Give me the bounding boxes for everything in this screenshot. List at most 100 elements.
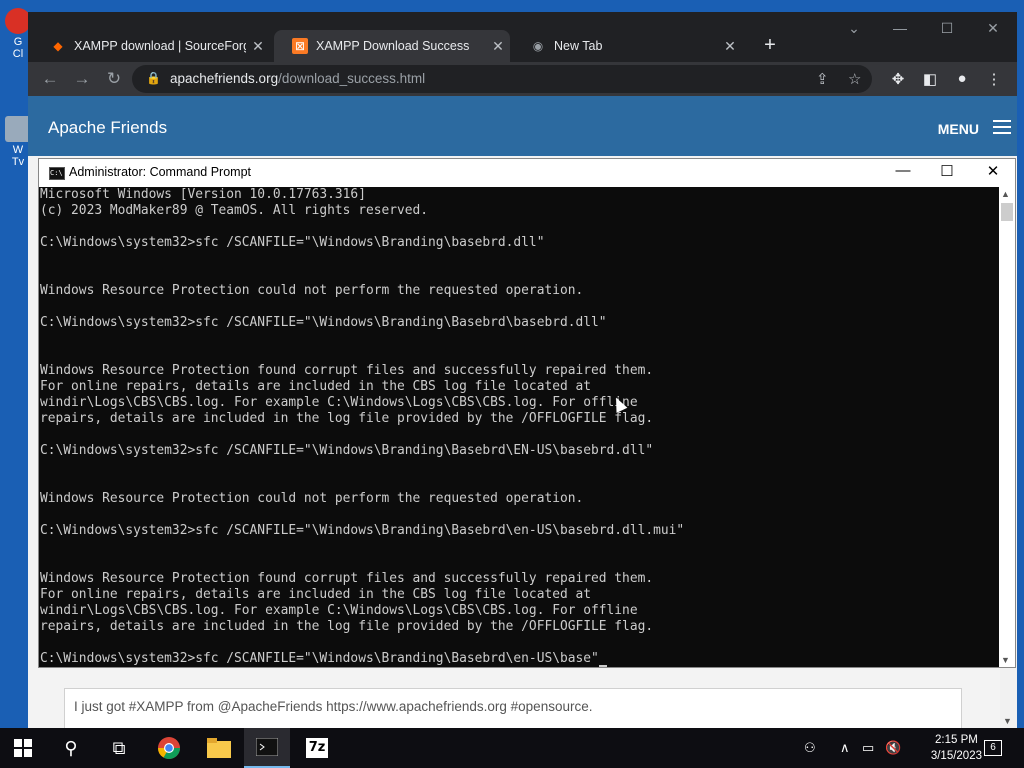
minimize-icon[interactable]: — — [885, 20, 915, 36]
console-line: C:\Windows\system32>sfc /SCANFILE="\Wind… — [40, 235, 545, 250]
chrome-icon: ◉ — [532, 39, 544, 53]
tweet-text: I just got #XAMPP from @ApacheFriends ht… — [74, 699, 593, 714]
url-text[interactable]: apachefriends.org/download_success.html — [170, 71, 425, 86]
cmd-title: Administrator: Command Prompt — [69, 165, 252, 179]
console-line: repairs, details are included in the log… — [40, 619, 654, 634]
console-line: C:\Windows\system32>sfc /SCANFILE="\Wind… — [40, 443, 654, 458]
back-icon[interactable]: ← — [40, 69, 60, 89]
console-line: For online repairs, details are included… — [40, 379, 592, 394]
xampp-icon: ⊠ — [292, 38, 308, 54]
scroll-up-icon[interactable]: ▲ — [1001, 189, 1010, 199]
taskbar: ⚲ ⧉ 7z ⚇ ∧ ▭ 🔇 2:15 PM 3/15/2023 6 — [0, 728, 1024, 768]
close-icon[interactable]: ✕ — [978, 20, 1008, 37]
7zip-icon[interactable]: 7z — [294, 728, 340, 768]
scroll-down-icon[interactable]: ▼ — [1003, 716, 1012, 726]
sourceforge-icon: ◆ — [53, 39, 63, 53]
close-tab-icon[interactable]: ✕ — [246, 38, 270, 55]
cmd-scrollbar[interactable]: ▲ ▼ — [999, 187, 1015, 667]
notification-count: 6 — [984, 740, 1002, 756]
search-icon[interactable]: ⚲ — [48, 728, 94, 768]
bookmark-star-icon[interactable]: ☆ — [848, 70, 861, 88]
console-line: Windows Resource Protection could not pe… — [40, 283, 584, 298]
browser-toolbar: ← → ↻ 🔒 apachefriends.org/download_succe… — [28, 62, 1017, 96]
cmd-title-bar[interactable]: C:\ Administrator: Command Prompt — ☐ ✕ — [39, 159, 1015, 187]
site-brand[interactable]: Apache Friends — [48, 118, 167, 138]
tab-title: XAMPP download | SourceForge — [74, 39, 246, 53]
chrome-icon[interactable] — [146, 728, 192, 768]
lock-icon: 🔒 — [146, 71, 161, 85]
console-line: For online repairs, details are included… — [40, 587, 592, 602]
tab-title: New Tab — [554, 39, 603, 53]
command-prompt-window: C:\ Administrator: Command Prompt — ☐ ✕ … — [38, 158, 1016, 668]
volume-muted-icon[interactable]: 🔇 — [885, 740, 901, 756]
console-line: Microsoft Windows [Version 10.0.17763.31… — [40, 187, 366, 202]
share-icon[interactable]: ⇪ — [816, 70, 829, 88]
maximize-icon[interactable]: ☐ — [925, 162, 969, 180]
more-menu-icon[interactable]: ⋮ — [984, 70, 1004, 88]
console-line: C:\Windows\system32>sfc /SCANFILE="\Wind… — [40, 315, 607, 330]
clock-time: 2:15 PM — [935, 734, 978, 746]
console-line: C:\Windows\system32>sfc /SCANFILE="\Wind… — [39, 651, 999, 667]
url-host: apachefriends.org — [170, 71, 279, 86]
tab-xampp-success[interactable]: ⊠ XAMPP Download Success ✕ — [274, 30, 510, 62]
menu-button[interactable]: MENU — [938, 121, 979, 137]
console-line: windir\Logs\CBS\CBS.log. For example C:\… — [40, 603, 638, 618]
console-line: repairs, details are included in the log… — [40, 411, 654, 426]
tab-title: XAMPP Download Success — [316, 39, 470, 53]
new-tab-button[interactable]: + — [758, 34, 782, 57]
url-path: /download_success.html — [278, 71, 426, 86]
side-panel-icon[interactable]: ◧ — [920, 70, 940, 88]
7zip-label: 7z — [306, 738, 328, 758]
close-tab-icon[interactable]: ✕ — [486, 38, 510, 55]
console-line: C:\Windows\system32>sfc /SCANFILE="\Wind… — [40, 523, 685, 538]
tab-new-tab[interactable]: ◉ New Tab ✕ — [512, 30, 742, 62]
console-line: (c) 2023 ModMaker89 @ TeamOS. All rights… — [40, 203, 429, 218]
cmd-icon[interactable] — [244, 728, 290, 768]
tweet-text-box[interactable]: I just got #XAMPP from @ApacheFriends ht… — [64, 688, 962, 728]
desktop-icon-label: G Cl — [12, 36, 24, 60]
cmd-icon: C:\ — [49, 167, 65, 180]
reload-icon[interactable]: ↻ — [104, 69, 124, 89]
clock-date: 3/15/2023 — [930, 750, 982, 762]
maximize-icon[interactable]: ☐ — [932, 20, 962, 37]
console-line: Windows Resource Protection could not pe… — [40, 491, 584, 506]
tab-strip: ◆ XAMPP download | SourceForge ✕ ⊠ XAMPP… — [28, 12, 1017, 62]
close-tab-icon[interactable]: ✕ — [718, 38, 742, 55]
tab-search-icon[interactable]: ⌄ — [839, 20, 869, 37]
scrollbar-thumb[interactable] — [1001, 203, 1013, 221]
desktop-icon-label: W Tv — [11, 144, 25, 168]
console-output[interactable]: Microsoft Windows [Version 10.0.17763.31… — [39, 187, 999, 667]
task-view-icon[interactable]: ⧉ — [96, 728, 142, 768]
show-hidden-icons-icon[interactable]: ∧ — [840, 740, 850, 756]
close-icon[interactable]: ✕ — [971, 162, 1015, 180]
minimize-icon[interactable]: — — [881, 162, 925, 179]
network-icon[interactable]: ▭ — [862, 740, 874, 756]
clock[interactable]: 2:15 PM 3/15/2023 — [931, 732, 982, 764]
hamburger-icon[interactable] — [993, 120, 1011, 134]
file-explorer-icon[interactable] — [196, 728, 242, 768]
extensions-icon[interactable]: ✥ — [888, 70, 908, 88]
tab-sourceforge[interactable]: ◆ XAMPP download | SourceForge ✕ — [32, 30, 270, 62]
profile-icon[interactable]: ● — [952, 70, 972, 87]
address-bar[interactable]: 🔒 apachefriends.org/download_success.htm… — [132, 65, 872, 93]
scroll-down-icon[interactable]: ▼ — [1001, 655, 1010, 665]
people-icon[interactable]: ⚇ — [804, 740, 816, 756]
notification-center-icon[interactable]: 6 — [984, 738, 1002, 756]
console-line: Windows Resource Protection found corrup… — [40, 363, 654, 378]
forward-icon[interactable]: → — [72, 69, 92, 89]
site-header: Apache Friends MENU — [28, 96, 1017, 156]
start-icon[interactable] — [0, 728, 46, 768]
